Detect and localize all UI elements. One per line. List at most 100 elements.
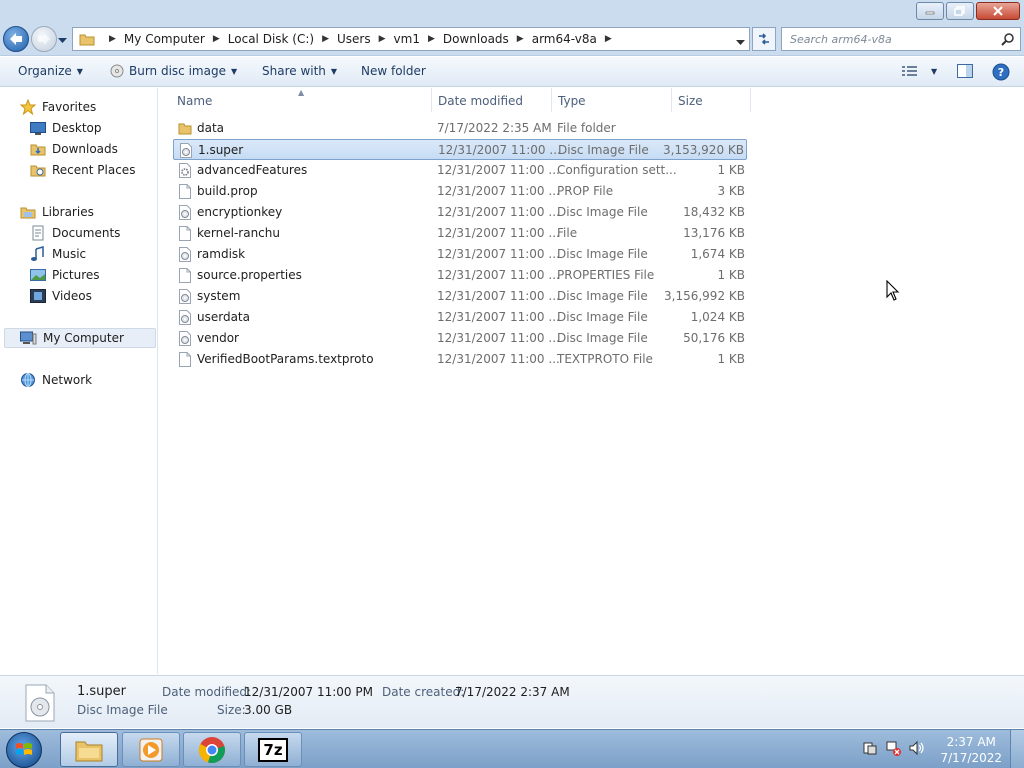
- computer-icon: [20, 331, 37, 345]
- recent-pages-dropdown[interactable]: [58, 33, 67, 47]
- start-button[interactable]: [6, 732, 42, 768]
- chevron-down-icon: [58, 38, 67, 43]
- file-name: data: [197, 121, 225, 135]
- file-size: 18,432 KB: [683, 205, 745, 219]
- nav-network[interactable]: Network: [20, 370, 92, 390]
- disc-image-icon: [179, 205, 191, 220]
- breadcrumb-local-disk[interactable]: Local Disk (C:) ▶: [228, 32, 337, 46]
- file-row[interactable]: userdata 12/31/2007 11:00 ... Disc Image F…: [173, 307, 747, 328]
- pictures-icon: [30, 269, 46, 281]
- svg-text:?: ?: [998, 66, 1004, 79]
- preview-pane-button[interactable]: [957, 64, 973, 78]
- taskbar-media-player-button[interactable]: [122, 732, 180, 767]
- file-name: ramdisk: [197, 247, 246, 261]
- file-type: TEXTPROTO File: [557, 352, 653, 366]
- volume-icon[interactable]: [908, 740, 926, 756]
- file-size: 3,156,992 KB: [664, 289, 745, 303]
- column-type-header[interactable]: Type: [558, 94, 586, 108]
- file-name: 1.super: [198, 143, 244, 157]
- nav-downloads[interactable]: Downloads: [30, 139, 118, 159]
- file-date-modified: 12/31/2007 11:00 ...: [437, 226, 560, 240]
- nav-pictures[interactable]: Pictures: [30, 265, 100, 285]
- organize-label: Organize: [18, 64, 72, 78]
- file-row[interactable]: system 12/31/2007 11:00 ... Disc Image Fil…: [173, 286, 747, 307]
- nav-recent-places[interactable]: Recent Places: [30, 160, 135, 180]
- file-row[interactable]: 1.super 12/31/2007 11:00 ... Disc Image Fi…: [173, 139, 747, 160]
- desktop-icon: [30, 122, 46, 135]
- details-size-value: 3.00 GB: [244, 703, 293, 717]
- breadcrumb-downloads[interactable]: Downloads ▶: [443, 32, 532, 46]
- disc-image-icon: [180, 143, 192, 158]
- file-row[interactable]: build.prop 12/31/2007 11:00 ... PROP File 3…: [173, 181, 747, 202]
- clock-time: 2:37 AM: [946, 735, 996, 749]
- nav-downloads-label: Downloads: [52, 142, 118, 156]
- taskbar-clock[interactable]: 2:37 AM 7/17/2022: [940, 734, 1002, 766]
- column-divider[interactable]: [671, 88, 672, 112]
- downloads-folder-icon: [30, 144, 46, 156]
- chevron-down-icon: ▼: [330, 66, 338, 76]
- breadcrumb-vm1[interactable]: vm1 ▶: [394, 32, 443, 46]
- file-date-modified: 12/31/2007 11:00 ...: [438, 143, 561, 157]
- network-disconnected-icon[interactable]: [885, 740, 901, 756]
- file-row[interactable]: kernel-ranchu 12/31/2007 11:00 ... File 13,…: [173, 223, 747, 244]
- column-size-header[interactable]: Size: [678, 94, 703, 108]
- file-name: system: [197, 289, 241, 303]
- file-date-modified: 12/31/2007 11:00 ...: [437, 163, 560, 177]
- address-row: ▶ My Computer ▶ Local Disk (C:) ▶ Users ▶ v…: [0, 22, 1024, 56]
- taskbar-explorer-button[interactable]: [60, 732, 118, 767]
- burn-disc-image-button[interactable]: Burn disc image ▼: [110, 64, 237, 78]
- file-row[interactable]: vendor 12/31/2007 11:00 ... Disc Image Fil…: [173, 328, 747, 349]
- column-headers: ▲ Name Date modified Type Size: [159, 88, 751, 114]
- address-bar[interactable]: ▶ My Computer ▶ Local Disk (C:) ▶ Users ▶ v…: [72, 27, 750, 51]
- taskbar-chrome-button[interactable]: [183, 732, 241, 767]
- file-icon: [179, 184, 191, 199]
- address-history-dropdown[interactable]: [736, 35, 745, 49]
- taskbar-7zip-button[interactable]: 7z: [244, 732, 302, 767]
- change-view-button[interactable]: ▼: [902, 65, 937, 77]
- breadcrumb-my-computer[interactable]: My Computer ▶: [124, 32, 228, 46]
- recent-places-icon: [30, 165, 46, 177]
- file-row[interactable]: data 7/17/2022 2:35 AM File folder: [173, 118, 747, 139]
- search-input[interactable]: [782, 28, 992, 50]
- help-button[interactable]: ?: [992, 63, 1010, 81]
- back-arrow-icon: [10, 33, 22, 45]
- search-icon[interactable]: [1001, 32, 1015, 46]
- file-name: encryptionkey: [197, 205, 283, 219]
- file-type: PROP File: [557, 184, 614, 198]
- column-date-header[interactable]: Date modified: [438, 94, 523, 108]
- nav-my-computer[interactable]: My Computer: [4, 328, 156, 348]
- forward-button[interactable]: [31, 26, 57, 52]
- organize-button[interactable]: Organize ▼: [18, 64, 83, 78]
- restore-button[interactable]: [946, 2, 974, 20]
- show-desktop-button[interactable]: [1010, 730, 1024, 768]
- breadcrumb-arm64-v8a[interactable]: arm64-v8a ▶: [532, 32, 620, 46]
- file-row[interactable]: VerifiedBootParams.textproto 12/31/2007 1…: [173, 349, 747, 370]
- close-button[interactable]: [976, 2, 1020, 20]
- nav-documents[interactable]: Documents: [30, 223, 120, 243]
- column-divider[interactable]: [431, 88, 432, 112]
- nav-desktop[interactable]: Desktop: [30, 118, 102, 138]
- nav-libraries[interactable]: Libraries: [20, 202, 94, 222]
- file-size: 3,153,920 KB: [663, 143, 744, 157]
- file-type: File folder: [557, 121, 616, 135]
- nav-videos[interactable]: Videos: [30, 286, 92, 306]
- column-divider[interactable]: [750, 88, 751, 112]
- file-row[interactable]: ramdisk 12/31/2007 11:00 ... Disc Image Fi…: [173, 244, 747, 265]
- back-button[interactable]: [3, 26, 29, 52]
- file-row[interactable]: advancedFeatures 12/31/2007 11:00 ... Conf…: [173, 160, 747, 181]
- minimize-button[interactable]: [916, 2, 944, 20]
- action-center-icon[interactable]: [862, 740, 878, 756]
- nav-desktop-label: Desktop: [52, 121, 102, 135]
- file-row[interactable]: source.properties 12/31/2007 11:00 ... PRO…: [173, 265, 747, 286]
- breadcrumb-users[interactable]: Users ▶: [337, 32, 394, 46]
- column-divider[interactable]: [551, 88, 552, 112]
- breadcrumb-root-arrow[interactable]: ▶: [101, 34, 124, 44]
- column-name-header[interactable]: Name: [177, 94, 212, 108]
- documents-icon: [32, 225, 44, 241]
- nav-music[interactable]: Music: [30, 244, 86, 264]
- nav-favorites[interactable]: Favorites: [20, 97, 96, 117]
- file-row[interactable]: encryptionkey 12/31/2007 11:00 ... Disc Im…: [173, 202, 747, 223]
- new-folder-button[interactable]: New folder: [361, 64, 426, 78]
- share-with-button[interactable]: Share with ▼: [262, 64, 337, 78]
- refresh-button[interactable]: [752, 27, 776, 51]
